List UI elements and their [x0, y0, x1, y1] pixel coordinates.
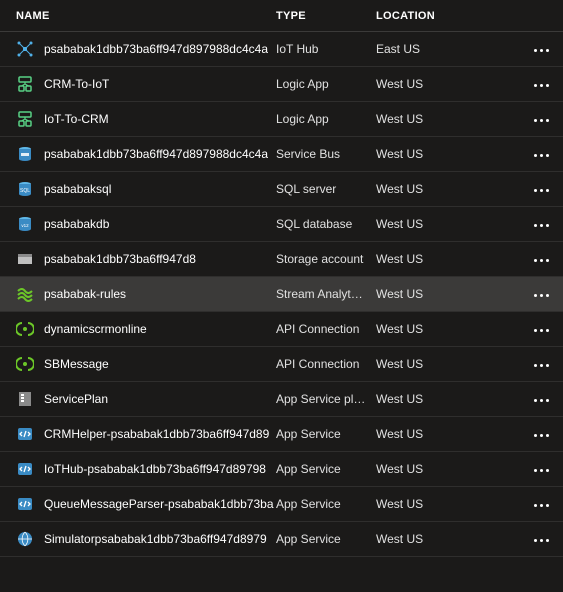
- table-row[interactable]: psababak1dbb73ba6ff947d897988dc4c4a Servi…: [0, 137, 563, 172]
- storage-icon: [16, 250, 34, 268]
- resource-name: IoT-To-CRM: [44, 112, 109, 126]
- resource-location: West US: [376, 322, 456, 336]
- appsvc-icon: [16, 460, 34, 478]
- resource-location: West US: [376, 357, 456, 371]
- more-actions-button[interactable]: [530, 183, 553, 198]
- sqlserver-icon: SQL: [16, 180, 34, 198]
- resource-type: Logic App: [276, 112, 376, 126]
- resource-type: IoT Hub: [276, 42, 376, 56]
- logicapp-icon: [16, 110, 34, 128]
- more-actions-button[interactable]: [530, 428, 553, 443]
- resource-location: West US: [376, 147, 456, 161]
- table-row[interactable]: SBMessage API ConnectionWest US: [0, 347, 563, 382]
- resource-name: Simulatorpsababak1dbb73ba6ff947d8979: [44, 532, 267, 546]
- svg-text:SQL: SQL: [20, 188, 30, 194]
- resource-type: App Service: [276, 427, 376, 441]
- table-row[interactable]: psababak1dbb73ba6ff947d8 Storage accountW…: [0, 242, 563, 277]
- resource-type: App Service: [276, 497, 376, 511]
- more-actions-button[interactable]: [530, 288, 553, 303]
- table-row[interactable]: CRM-To-IoT Logic AppWest US: [0, 67, 563, 102]
- more-actions-button[interactable]: [530, 498, 553, 513]
- resource-location: West US: [376, 392, 456, 406]
- more-actions-button[interactable]: [530, 43, 553, 58]
- svg-text:v12: v12: [21, 223, 29, 228]
- resource-type: App Service: [276, 532, 376, 546]
- resource-type: API Connection: [276, 322, 376, 336]
- resource-location: West US: [376, 252, 456, 266]
- table-row[interactable]: IoTHub-psababak1dbb73ba6ff947d89798 App S…: [0, 452, 563, 487]
- table-row[interactable]: dynamicscrmonline API ConnectionWest US: [0, 312, 563, 347]
- more-actions-button[interactable]: [530, 148, 553, 163]
- resource-location: West US: [376, 497, 456, 511]
- resource-name: psababak1dbb73ba6ff947d897988dc4c4a: [44, 42, 268, 56]
- resource-type: SQL server: [276, 182, 376, 196]
- resource-name: psababak1dbb73ba6ff947d897988dc4c4a: [44, 147, 268, 161]
- more-actions-button[interactable]: [530, 533, 553, 548]
- table-row[interactable]: IoT-To-CRM Logic AppWest US: [0, 102, 563, 137]
- resource-name: IoTHub-psababak1dbb73ba6ff947d89798: [44, 462, 266, 476]
- resource-location: West US: [376, 77, 456, 91]
- logicapp-icon: [16, 75, 34, 93]
- table-row[interactable]: Simulatorpsababak1dbb73ba6ff947d8979 App …: [0, 522, 563, 557]
- resource-location: West US: [376, 427, 456, 441]
- table-header-row: NAME TYPE LOCATION: [0, 0, 563, 32]
- resource-name: psababak-rules: [44, 287, 126, 301]
- resource-location: West US: [376, 462, 456, 476]
- apiconn-icon: [16, 320, 34, 338]
- resource-type: SQL database: [276, 217, 376, 231]
- resource-name: psababakdb: [44, 217, 109, 231]
- more-actions-button[interactable]: [530, 78, 553, 93]
- table-row[interactable]: v12 psababakdb SQL databaseWest US: [0, 207, 563, 242]
- more-actions-button[interactable]: [530, 358, 553, 373]
- resource-location: West US: [376, 217, 456, 231]
- resource-name: ServicePlan: [44, 392, 108, 406]
- more-actions-button[interactable]: [530, 463, 553, 478]
- resource-location: West US: [376, 287, 456, 301]
- resource-name: QueueMessageParser-psababak1dbb73ba: [44, 497, 274, 511]
- more-actions-button[interactable]: [530, 323, 553, 338]
- appsvc-icon: [16, 495, 34, 513]
- resource-name: psababak1dbb73ba6ff947d8: [44, 252, 196, 266]
- table-row[interactable]: CRMHelper-psababak1dbb73ba6ff947d89 App S…: [0, 417, 563, 452]
- resource-type: Stream Analyt…: [276, 287, 376, 301]
- resource-location: West US: [376, 532, 456, 546]
- resource-type: API Connection: [276, 357, 376, 371]
- table-row[interactable]: QueueMessageParser-psababak1dbb73baApp S…: [0, 487, 563, 522]
- resource-type: Storage account: [276, 252, 376, 266]
- table-row[interactable]: ServicePlan App Service pl…West US: [0, 382, 563, 417]
- resource-location: East US: [376, 42, 456, 56]
- col-header-type[interactable]: TYPE: [276, 10, 376, 22]
- resource-location: West US: [376, 182, 456, 196]
- sqldb-icon: v12: [16, 215, 34, 233]
- more-actions-button[interactable]: [530, 393, 553, 408]
- apiconn-icon: [16, 355, 34, 373]
- resource-location: West US: [376, 112, 456, 126]
- resource-type: App Service pl…: [276, 392, 376, 406]
- stream-icon: [16, 285, 34, 303]
- resource-table: NAME TYPE LOCATION psababak1dbb73ba6ff94…: [0, 0, 563, 557]
- resource-type: Logic App: [276, 77, 376, 91]
- appplan-icon: [16, 390, 34, 408]
- more-actions-button[interactable]: [530, 253, 553, 268]
- servicebus-icon: [16, 145, 34, 163]
- table-row[interactable]: psababak1dbb73ba6ff947d897988dc4c4a IoT H…: [0, 32, 563, 67]
- table-row[interactable]: SQL psababaksql SQL serverWest US: [0, 172, 563, 207]
- iothub-icon: [16, 40, 34, 58]
- globe-icon: [16, 530, 34, 548]
- appsvc-icon: [16, 425, 34, 443]
- resource-name: psababaksql: [44, 182, 111, 196]
- resource-name: SBMessage: [44, 357, 109, 371]
- col-header-name[interactable]: NAME: [16, 10, 276, 22]
- table-row[interactable]: psababak-rules Stream Analyt…West US: [0, 277, 563, 312]
- resource-name: dynamicscrmonline: [44, 322, 147, 336]
- resource-name: CRM-To-IoT: [44, 77, 109, 91]
- resource-name: CRMHelper-psababak1dbb73ba6ff947d89: [44, 427, 269, 441]
- more-actions-button[interactable]: [530, 218, 553, 233]
- more-actions-button[interactable]: [530, 113, 553, 128]
- col-header-location[interactable]: LOCATION: [376, 10, 456, 22]
- resource-type: App Service: [276, 462, 376, 476]
- resource-type: Service Bus: [276, 147, 376, 161]
